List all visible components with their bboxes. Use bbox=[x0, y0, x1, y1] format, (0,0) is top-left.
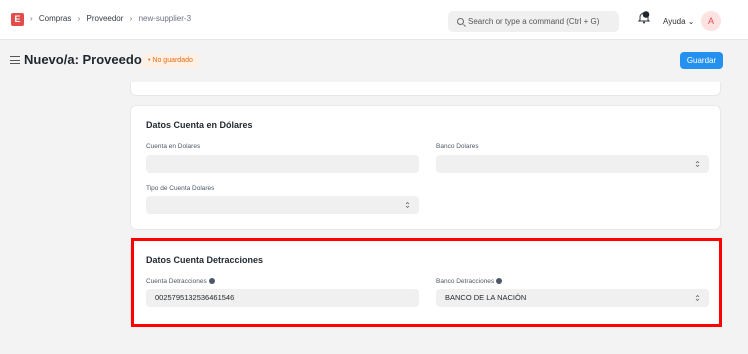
select-arrows-icon bbox=[695, 161, 700, 167]
app-logo[interactable]: E bbox=[11, 13, 24, 26]
page-header: Nuevo/a: Proveedor • No guardado Guardar bbox=[0, 41, 748, 81]
previous-section-card bbox=[130, 82, 721, 96]
help-label: Ayuda bbox=[663, 17, 686, 26]
tipo-cuenta-dolares-select[interactable] bbox=[146, 196, 419, 214]
chevron-right-icon: › bbox=[77, 14, 81, 23]
tipo-cuenta-dolares-label: Tipo de Cuenta Dolares bbox=[146, 185, 215, 192]
cuenta-dolares-label: Cuenta en Dolares bbox=[146, 143, 201, 150]
highlight-box bbox=[131, 238, 722, 327]
status-badge-text: No guardado bbox=[152, 57, 193, 64]
page-title: Nuevo/a: Proveedor bbox=[24, 52, 147, 67]
select-arrows-icon bbox=[405, 202, 410, 208]
breadcrumb-current[interactable]: new-supplier-3 bbox=[139, 14, 191, 23]
save-button[interactable]: Guardar bbox=[680, 52, 723, 69]
banco-dolares-select[interactable] bbox=[436, 155, 709, 173]
breadcrumb-compras[interactable]: Compras bbox=[39, 14, 71, 23]
search-input[interactable]: Search or type a command (Ctrl + G) bbox=[448, 11, 619, 32]
help-dropdown[interactable]: Ayuda ⌄ bbox=[663, 17, 694, 26]
chevron-right-icon: › bbox=[129, 14, 133, 23]
chevron-down-icon: ⌄ bbox=[687, 17, 695, 26]
breadcrumb-proveedor[interactable]: Proveedor bbox=[87, 14, 124, 23]
notification-bell-icon[interactable] bbox=[638, 11, 650, 24]
banco-dolares-label: Banco Dolares bbox=[436, 143, 479, 150]
menu-icon[interactable] bbox=[10, 56, 20, 64]
search-placeholder: Search or type a command (Ctrl + G) bbox=[468, 17, 600, 26]
chevron-right-icon: › bbox=[30, 14, 33, 23]
navbar: E › Compras › Proveedor › new-supplier-3… bbox=[0, 0, 748, 40]
section-title: Datos Cuenta en Dólares bbox=[146, 120, 253, 130]
status-badge: • No guardado bbox=[142, 54, 199, 68]
search-icon bbox=[457, 18, 464, 25]
avatar[interactable]: A bbox=[701, 11, 721, 31]
breadcrumb: › Compras › Proveedor › new-supplier-3 bbox=[30, 14, 195, 23]
usd-account-section: Datos Cuenta en Dólares Cuenta en Dolare… bbox=[130, 105, 721, 230]
cuenta-dolares-field[interactable] bbox=[146, 155, 419, 173]
